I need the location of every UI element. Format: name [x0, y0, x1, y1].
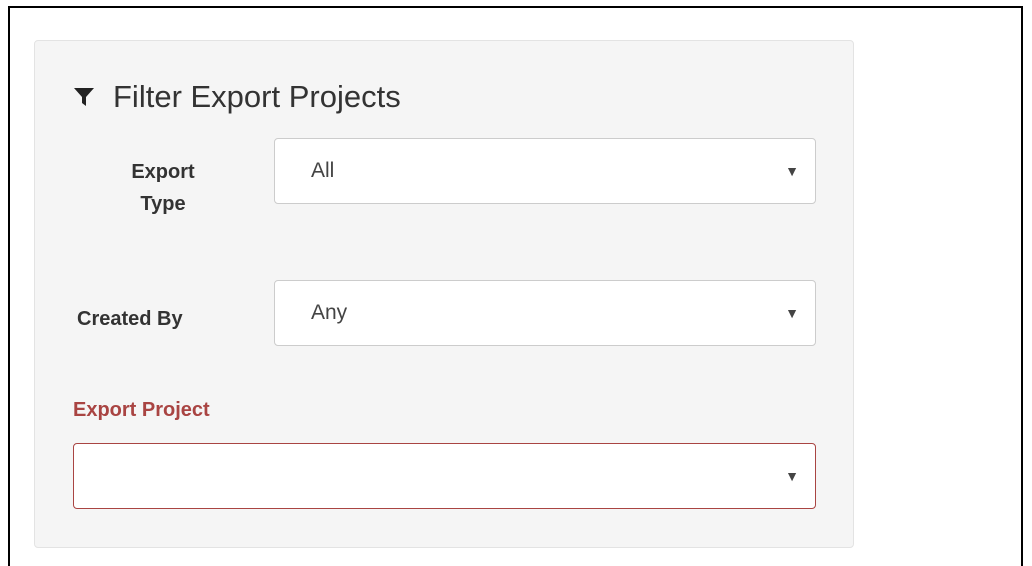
export-project-label: Export Project	[73, 399, 210, 421]
filter-icon	[74, 88, 94, 106]
export-type-label: Export Type	[115, 156, 211, 220]
panel-title-text: Filter Export Projects	[113, 79, 401, 114]
panel-title: Filter Export Projects	[73, 79, 401, 115]
export-type-label-line1: Export	[131, 161, 195, 183]
export-project-select[interactable]: ▼	[73, 443, 816, 509]
created-by-select[interactable]: Any ▼	[274, 280, 816, 346]
chevron-down-icon: ▼	[785, 305, 799, 321]
chevron-down-icon: ▼	[785, 163, 799, 179]
chevron-down-icon: ▼	[785, 468, 799, 484]
export-type-label-line2: Type	[140, 193, 186, 215]
created-by-value: Any	[311, 301, 348, 324]
export-type-select[interactable]: All ▼	[274, 138, 816, 204]
created-by-label: Created By	[77, 308, 183, 330]
export-type-value: All	[311, 159, 335, 182]
filter-panel: Filter Export Projects Export Type All ▼…	[34, 40, 854, 548]
